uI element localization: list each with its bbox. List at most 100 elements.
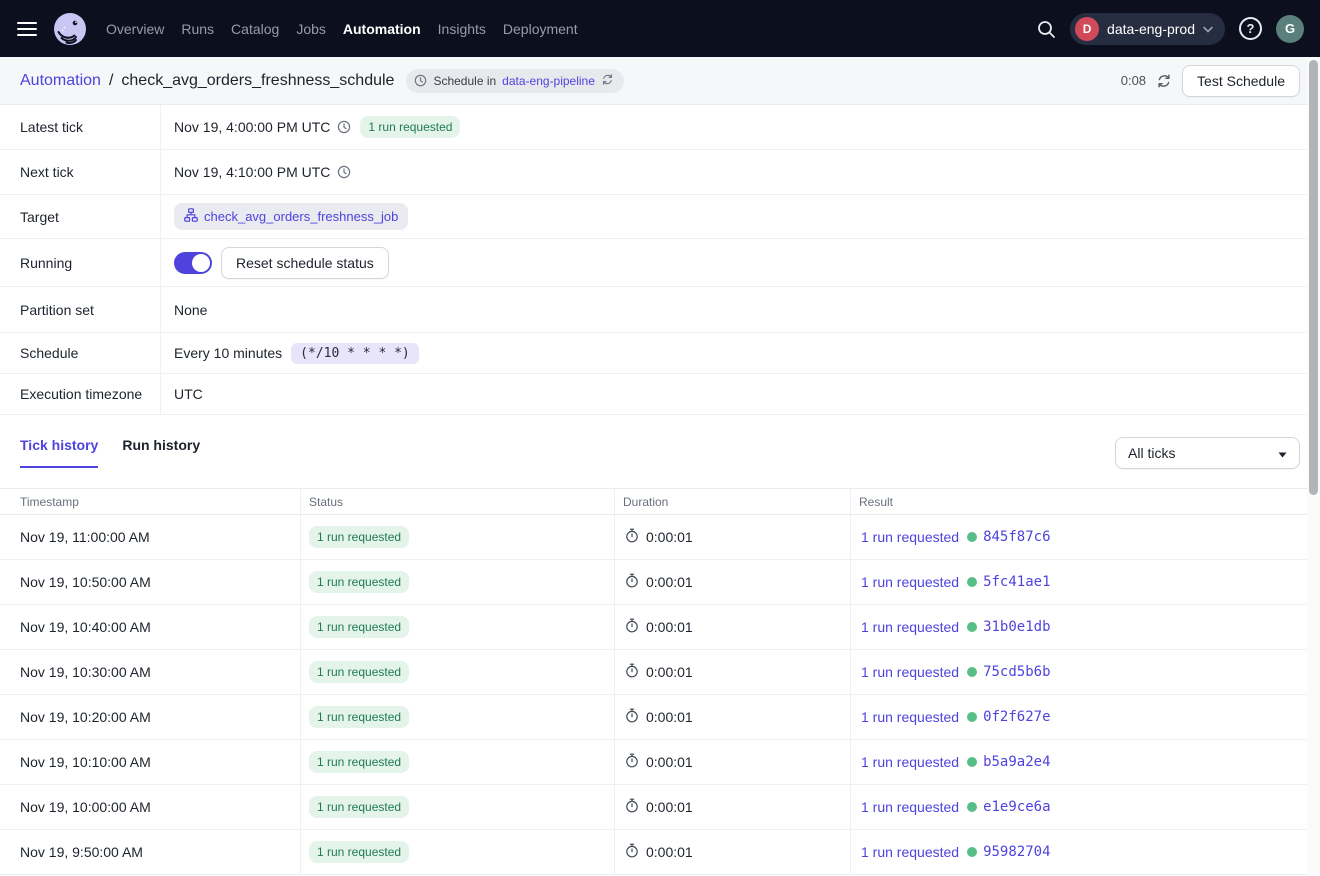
table-row: Nov 19, 10:20:00 AM 1 run requested 0:00…	[0, 695, 1307, 740]
tick-result-link[interactable]: 1 run requested	[861, 574, 959, 590]
search-icon[interactable]	[1036, 19, 1056, 39]
column-header-status: Status	[300, 489, 614, 514]
deployment-name: data-eng-prod	[1107, 21, 1195, 37]
tick-result-link[interactable]: 1 run requested	[861, 664, 959, 680]
property-row-schedule: Schedule Every 10 minutes (*/10 * * * *)	[0, 333, 1320, 374]
tick-result-link[interactable]: 1 run requested	[861, 709, 959, 725]
table-row: Nov 19, 10:30:00 AM 1 run requested 0:00…	[0, 650, 1307, 695]
partition-set-value: None	[174, 302, 207, 318]
run-chip[interactable]: 845f87c6	[967, 529, 1050, 545]
tick-result-link[interactable]: 1 run requested	[861, 844, 959, 860]
tick-duration: 0:00:01	[646, 799, 693, 815]
scrollbar-thumb[interactable]	[1309, 60, 1318, 495]
run-status-dot	[967, 577, 977, 587]
run-chip[interactable]: 31b0e1db	[967, 619, 1050, 635]
run-id-link: 31b0e1db	[983, 619, 1050, 635]
run-status-dot	[967, 847, 977, 857]
run-chip[interactable]: 95982704	[967, 844, 1050, 860]
refresh-countdown: 0:08	[1121, 73, 1146, 88]
run-status-dot	[967, 532, 977, 542]
tick-timestamp: Nov 19, 10:40:00 AM	[0, 605, 300, 649]
tick-result-link[interactable]: 1 run requested	[861, 799, 959, 815]
job-icon	[184, 208, 198, 225]
tick-timestamp: Nov 19, 10:00:00 AM	[0, 785, 300, 829]
run-status-dot	[967, 667, 977, 677]
tick-result-link[interactable]: 1 run requested	[861, 754, 959, 770]
table-row: Nov 19, 9:50:00 AM 1 run requested 0:00:…	[0, 830, 1307, 875]
stopwatch-icon	[625, 708, 639, 726]
table-row: Nov 19, 11:00:00 AM 1 run requested 0:00…	[0, 515, 1307, 560]
column-header-duration: Duration	[614, 489, 850, 514]
menu-icon[interactable]	[16, 21, 38, 37]
tick-status-badge: 1 run requested	[309, 706, 409, 728]
breadcrumb-separator: /	[109, 72, 113, 90]
nav-item-insights[interactable]: Insights	[438, 21, 486, 37]
tick-status-badge: 1 run requested	[309, 526, 409, 548]
caret-down-icon	[1278, 445, 1287, 461]
table-row: Nov 19, 10:40:00 AM 1 run requested 0:00…	[0, 605, 1307, 650]
tick-status-badge: 1 run requested	[309, 796, 409, 818]
nav-item-automation[interactable]: Automation	[343, 21, 421, 37]
tick-status-badge: 1 run requested	[309, 616, 409, 638]
target-job-pill[interactable]: check_avg_orders_freshness_job	[174, 203, 408, 230]
table-row: Nov 19, 10:00:00 AM 1 run requested 0:00…	[0, 785, 1307, 830]
run-status-dot	[967, 712, 977, 722]
property-row-running: Running Reset schedule status	[0, 239, 1320, 287]
schedule-context-badge: Schedule in data-eng-pipeline	[406, 69, 623, 93]
property-label: Next tick	[0, 150, 161, 194]
run-chip[interactable]: 0f2f627e	[967, 709, 1050, 725]
breadcrumb-automation-link[interactable]: Automation	[20, 72, 101, 90]
deployment-badge: D	[1075, 17, 1099, 41]
tick-filter-select[interactable]: All ticks	[1115, 437, 1300, 469]
latest-tick-value: Nov 19, 4:00:00 PM UTC	[174, 119, 330, 135]
nav-item-runs[interactable]: Runs	[181, 21, 214, 37]
nav-item-deployment[interactable]: Deployment	[503, 21, 578, 37]
tab-tick-history[interactable]: Tick history	[20, 437, 98, 468]
property-label: Latest tick	[0, 105, 161, 149]
avatar[interactable]: G	[1276, 15, 1304, 43]
reset-schedule-status-button[interactable]: Reset schedule status	[221, 247, 389, 279]
dagster-logo-icon[interactable]	[52, 11, 88, 47]
run-status-dot	[967, 802, 977, 812]
tick-result-link[interactable]: 1 run requested	[861, 619, 959, 635]
running-toggle[interactable]	[174, 252, 212, 274]
refresh-icon[interactable]	[1156, 73, 1172, 89]
tick-status-badge: 1 run requested	[309, 661, 409, 683]
test-schedule-button[interactable]: Test Schedule	[1182, 65, 1300, 97]
property-row-next-tick: Next tick Nov 19, 4:10:00 PM UTC	[0, 150, 1320, 195]
tab-run-history[interactable]: Run history	[122, 437, 200, 468]
run-chip[interactable]: 5fc41ae1	[967, 574, 1050, 590]
run-id-link: 75cd5b6b	[983, 664, 1050, 680]
run-chip[interactable]: e1e9ce6a	[967, 799, 1050, 815]
run-chip[interactable]: 75cd5b6b	[967, 664, 1050, 680]
run-chip[interactable]: b5a9a2e4	[967, 754, 1050, 770]
nav-item-overview[interactable]: Overview	[106, 21, 164, 37]
deployment-switcher[interactable]: D data-eng-prod	[1070, 13, 1225, 45]
nav-item-jobs[interactable]: Jobs	[296, 21, 326, 37]
property-row-target: Target check_avg_orders_freshness_job	[0, 195, 1320, 239]
tick-result-link[interactable]: 1 run requested	[861, 529, 959, 545]
tick-timestamp: Nov 19, 9:50:00 AM	[0, 830, 300, 874]
tick-timestamp: Nov 19, 10:20:00 AM	[0, 695, 300, 739]
tick-timestamp: Nov 19, 10:50:00 AM	[0, 560, 300, 604]
help-icon[interactable]: ?	[1239, 17, 1262, 40]
tick-timestamp: Nov 19, 10:10:00 AM	[0, 740, 300, 784]
reload-repo-icon[interactable]	[601, 73, 614, 89]
run-status-dot	[967, 757, 977, 767]
table-row: Nov 19, 10:50:00 AM 1 run requested 0:00…	[0, 560, 1307, 605]
tick-duration: 0:00:01	[646, 844, 693, 860]
nav-item-catalog[interactable]: Catalog	[231, 21, 279, 37]
table-header-row: Timestamp Status Duration Result	[0, 488, 1307, 515]
run-id-link: b5a9a2e4	[983, 754, 1050, 770]
target-job-name: check_avg_orders_freshness_job	[204, 209, 398, 224]
run-id-link: 845f87c6	[983, 529, 1050, 545]
scrollbar-track[interactable]	[1307, 57, 1320, 876]
property-row-partition-set: Partition set None	[0, 287, 1320, 333]
stopwatch-icon	[625, 753, 639, 771]
toggle-knob	[192, 254, 210, 272]
tick-history-rows: Nov 19, 11:00:00 AM 1 run requested 0:00…	[0, 515, 1320, 875]
table-row: Nov 19, 10:10:00 AM 1 run requested 0:00…	[0, 740, 1307, 785]
run-id-link: e1e9ce6a	[983, 799, 1050, 815]
repo-link[interactable]: data-eng-pipeline	[502, 74, 595, 88]
run-id-link: 95982704	[983, 844, 1050, 860]
